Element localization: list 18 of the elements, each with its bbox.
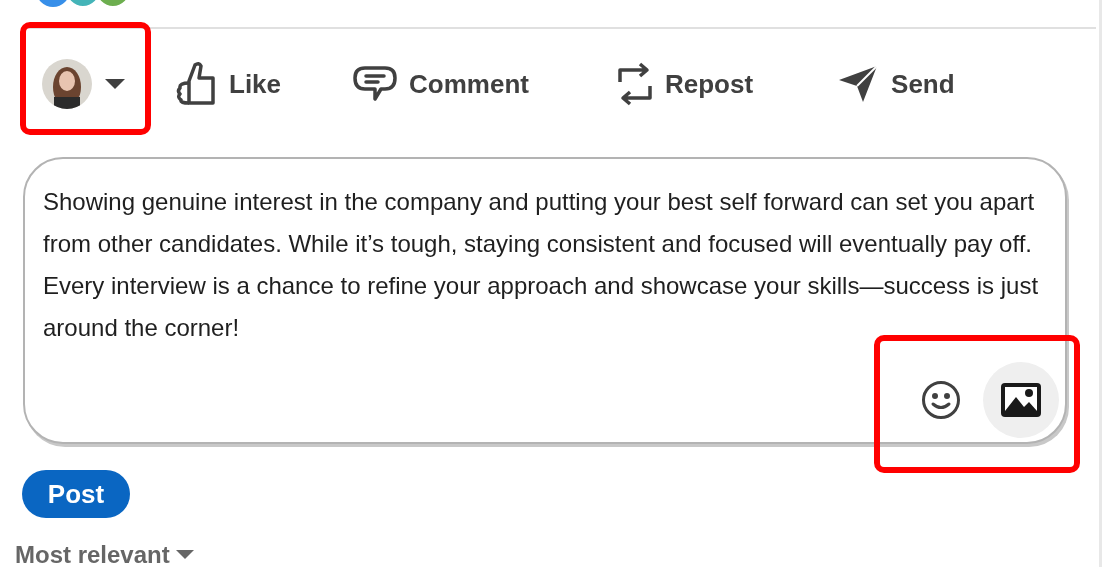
paper-plane-icon (837, 64, 880, 104)
like-button[interactable]: Like (175, 61, 282, 107)
repost-arrows-icon (616, 62, 653, 106)
speech-bubble-icon (353, 65, 398, 103)
avatar-dropdown[interactable] (42, 59, 125, 109)
comment-text: Showing genuine interest in the company and putting your best self forward can set you apart from other candidates. While it’s tough, staying consistent and focused will eventually pay off. Every interview is a chance to refine your approach and showcase your skills—success is just around the corner! (43, 187, 1040, 343)
image-icon (1001, 383, 1041, 417)
comment-button[interactable]: Comment (353, 64, 529, 104)
thumbs-up-icon (175, 61, 217, 107)
avatar-icon (42, 59, 92, 109)
sort-dropdown[interactable]: Most relevant (15, 540, 194, 567)
comment-field[interactable] (23, 157, 1067, 444)
caret-icon (175, 550, 194, 560)
repost-button[interactable]: Repost (616, 62, 754, 106)
send-button[interactable]: Send (837, 64, 955, 104)
caret-icon (105, 78, 125, 90)
smiley-icon (921, 380, 961, 420)
post-button[interactable]: Post (22, 470, 130, 518)
